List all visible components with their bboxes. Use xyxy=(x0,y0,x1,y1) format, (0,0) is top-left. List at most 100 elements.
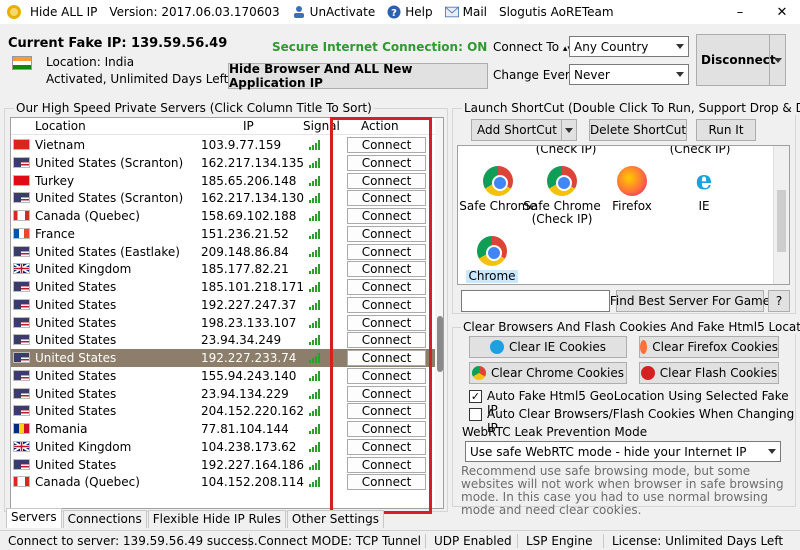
server-ip: 23.94.34.249 xyxy=(201,333,282,348)
hide-browser-button[interactable]: Hide Browser And ALL New Application IP xyxy=(228,62,488,90)
signal-strength-icon xyxy=(309,264,323,275)
tab-bar: Servers Connections Flexible Hide IP Rul… xyxy=(6,508,385,528)
status-bar: Connect to server: 139.59.56.49 success.… xyxy=(0,530,800,550)
delete-shortcut-button[interactable]: Delete ShortCut xyxy=(589,119,687,141)
server-location: Vietnam xyxy=(35,138,86,152)
shortcut-label: Safe Chrome (Check IP) xyxy=(523,199,601,226)
webrtc-label: WebRTC Leak Prevention Mode xyxy=(462,425,648,439)
country-flag-icon xyxy=(13,440,30,452)
mail-link[interactable]: Mail xyxy=(444,5,487,19)
cookies-group-title: Clear Browsers And Flash Cookies And Fak… xyxy=(461,320,800,334)
help-icon: ? xyxy=(387,5,401,19)
change-every-value: Never xyxy=(574,67,610,82)
highlight-box xyxy=(330,117,432,514)
signal-strength-icon xyxy=(309,282,323,292)
webrtc-mode-select[interactable]: Use safe WebRTC mode - hide your Interne… xyxy=(465,441,781,462)
clear-flash-cookies-button[interactable]: Clear Flash Cookies xyxy=(639,362,779,384)
server-location: United Kingdom xyxy=(35,262,132,277)
column-location[interactable]: Location xyxy=(35,119,86,135)
disconnect-button[interactable]: Disconnect xyxy=(696,34,786,86)
disconnect-dropdown-toggle[interactable] xyxy=(769,35,785,85)
signal-strength-icon xyxy=(309,335,323,346)
add-shortcut-dropdown[interactable] xyxy=(561,119,577,141)
clear-chrome-cookies-button[interactable]: Clear Chrome Cookies xyxy=(469,362,627,384)
signal-strength-icon xyxy=(309,175,323,186)
auto-clear-checkbox[interactable] xyxy=(469,408,482,421)
server-ip: 192.227.164.186 xyxy=(201,457,305,472)
help-link[interactable]: ? Help xyxy=(387,5,433,19)
server-ip: 155.94.243.140 xyxy=(201,368,297,383)
clear-chrome-label: Clear Chrome Cookies xyxy=(490,366,625,380)
status-udp: UDP Enabled xyxy=(426,533,518,548)
status-lsp: LSP Engine xyxy=(518,533,604,548)
help-button[interactable]: ? xyxy=(768,290,790,312)
mail-icon xyxy=(444,5,459,19)
signal-strength-icon xyxy=(309,424,323,434)
shortcut-ie[interactable]: e IE xyxy=(664,166,744,213)
auto-fake-checkbox[interactable]: ✓ xyxy=(469,390,482,403)
chevron-down-icon xyxy=(565,127,573,133)
change-every-select[interactable]: Never xyxy=(569,64,689,85)
server-ip: 77.81.104.144 xyxy=(201,422,289,436)
minimize-button[interactable]: – xyxy=(722,0,758,24)
add-shortcut-button[interactable]: Add ShortCut xyxy=(471,119,563,141)
svg-text:?: ? xyxy=(391,8,397,19)
server-ip: 185.65.206.148 xyxy=(201,173,297,188)
country-flag-icon xyxy=(13,352,30,363)
server-location: Turkey xyxy=(35,173,75,188)
shortcut-chrome[interactable]: Chrome xyxy=(458,236,532,283)
close-button[interactable]: ✕ xyxy=(764,0,800,24)
server-location: United States (Scranton) xyxy=(35,155,184,170)
chevron-down-icon xyxy=(773,57,782,63)
country-flag-icon xyxy=(13,227,30,239)
current-fake-ip: Current Fake IP: 139.59.56.49 xyxy=(8,36,228,51)
signal-strength-icon xyxy=(309,246,323,257)
partial-shortcut-label: (Check IP) xyxy=(669,145,731,156)
signal-strength-icon xyxy=(309,193,323,204)
flash-icon xyxy=(640,366,655,380)
server-table-scrollbar[interactable] xyxy=(435,118,443,508)
server-location: United States (Eastlake) xyxy=(35,244,180,259)
server-location: United States xyxy=(35,351,117,365)
chrome-icon xyxy=(477,236,507,266)
find-best-server-button[interactable]: Find Best Server For Game xyxy=(610,290,770,312)
status-mode: Connect MODE: TCP Tunnel xyxy=(250,533,426,548)
user-icon xyxy=(292,5,306,19)
unactivate-link[interactable]: UnActivate xyxy=(292,5,375,19)
clear-ie-cookies-button[interactable]: Clear IE Cookies xyxy=(469,336,627,358)
run-it-button[interactable]: Run It xyxy=(696,119,756,141)
mail-label: Mail xyxy=(462,5,487,19)
tab-flexible-rules[interactable]: Flexible Hide IP Rules xyxy=(147,510,286,528)
signal-strength-icon xyxy=(309,441,323,452)
secure-connection-status: Secure Internet Connection: ON xyxy=(272,40,488,54)
scrollbar-thumb[interactable] xyxy=(437,316,443,372)
country-flag-icon xyxy=(13,369,30,381)
server-ip: 198.23.133.107 xyxy=(201,315,297,330)
server-location: Romania xyxy=(35,422,88,436)
signal-strength-icon xyxy=(309,477,323,488)
country-flag-icon xyxy=(13,245,30,257)
server-location: United States xyxy=(35,315,117,330)
signal-strength-icon xyxy=(309,140,323,150)
partial-shortcut-label: (Check IP) xyxy=(535,145,597,156)
tab-other-settings[interactable]: Other Settings xyxy=(286,510,385,528)
signal-strength-icon xyxy=(309,370,323,381)
connect-to-select[interactable]: Any Country xyxy=(569,36,689,57)
shortcut-firefox[interactable]: Firefox xyxy=(592,166,672,213)
servers-group-title: Our High Speed Private Servers (Click Co… xyxy=(14,101,374,115)
game-search-input[interactable] xyxy=(461,290,610,312)
chevron-down-icon xyxy=(768,449,776,454)
clear-firefox-cookies-button[interactable]: Clear Firefox Cookies xyxy=(639,336,779,358)
tab-connections[interactable]: Connections xyxy=(62,510,147,528)
tab-servers[interactable]: Servers xyxy=(6,508,62,528)
signal-strength-icon xyxy=(309,211,323,221)
shortcut-safe-chrome-check-ip[interactable]: Safe Chrome (Check IP) xyxy=(522,166,602,226)
scrollbar-thumb[interactable] xyxy=(777,190,786,252)
signal-strength-icon xyxy=(309,228,323,239)
country-flag-icon xyxy=(13,387,30,399)
server-ip: 23.94.134.229 xyxy=(201,386,289,401)
shortcut-list-scrollbar[interactable] xyxy=(773,146,789,284)
column-ip[interactable]: IP xyxy=(243,119,254,135)
signal-strength-icon xyxy=(309,388,323,399)
server-location: United States xyxy=(35,457,117,472)
